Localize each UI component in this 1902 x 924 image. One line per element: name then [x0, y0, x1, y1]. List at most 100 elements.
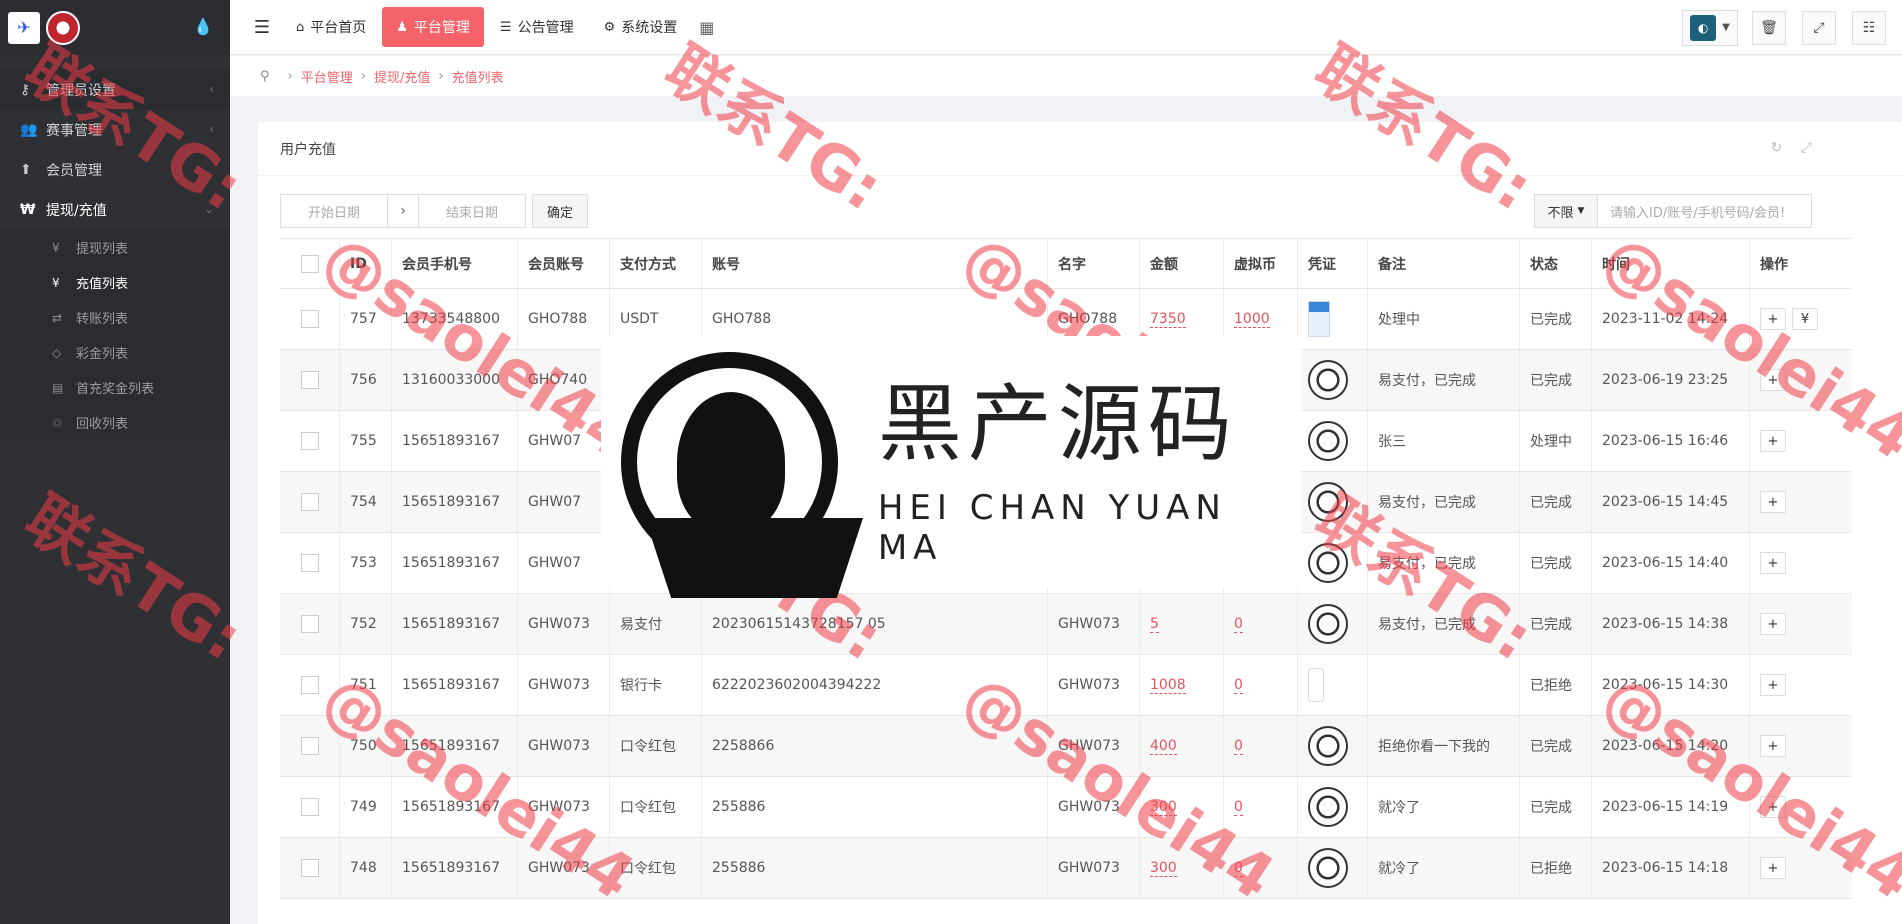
search-input[interactable]: 请输入ID/账号/手机号码/会员!: [1598, 194, 1812, 228]
add-button[interactable]: +: [1760, 674, 1786, 696]
sidebar-item-member-management[interactable]: ⬆ 会员管理: [0, 150, 230, 190]
coin-value[interactable]: 0: [1234, 616, 1243, 633]
soccer-ball-icon[interactable]: [1308, 787, 1348, 827]
amount-value[interactable]: 300: [1150, 860, 1177, 877]
row-checkbox[interactable]: [300, 737, 319, 755]
coin-value[interactable]: 0: [1234, 677, 1243, 694]
soccer-ball-icon[interactable]: [1308, 543, 1348, 583]
menu-toggle-icon[interactable]: ☰: [244, 17, 280, 38]
row-checkbox[interactable]: [300, 371, 319, 389]
cell-coin: 0: [1224, 777, 1298, 837]
sidebar-subitem-label: 彩金列表: [76, 347, 129, 362]
grid-icon[interactable]: ▦: [699, 18, 714, 37]
avatar: ◐: [1690, 14, 1717, 41]
fullscreen-button[interactable]: ⤢: [1802, 10, 1836, 45]
cell-coin: 0: [1224, 655, 1298, 715]
breadcrumb-item[interactable]: 平台管理: [301, 67, 353, 86]
row-checkbox[interactable]: [300, 859, 319, 877]
sidebar-subitem-bonus-list[interactable]: ◇ 彩金列表: [0, 335, 230, 370]
confirm-button[interactable]: 确定: [532, 194, 588, 228]
breadcrumb-item[interactable]: 充值列表: [452, 67, 504, 86]
amount-value[interactable]: 1008: [1150, 677, 1186, 694]
start-date-input[interactable]: 开始日期: [280, 194, 388, 228]
sidebar-subitem-first-deposit-list[interactable]: ▤ 首充奖金列表: [0, 370, 230, 405]
receipt-placeholder[interactable]: [1308, 668, 1324, 702]
cell-phone: 15651893167: [392, 838, 518, 898]
row-checkbox[interactable]: [300, 493, 319, 511]
coin-value[interactable]: 0: [1234, 860, 1243, 877]
add-button[interactable]: +: [1760, 369, 1786, 391]
clear-cache-button[interactable]: 🗑: [1752, 10, 1786, 45]
sidebar-submenu: ¥ 提现列表 ¥ 充值列表 ⇄ 转账列表 ◇ 彩金列表 ▤ 首充奖金列表 ♲ 回…: [0, 230, 230, 440]
add-button[interactable]: +: [1760, 552, 1786, 574]
soccer-ball-icon[interactable]: [1308, 848, 1348, 888]
cell-id: 751: [340, 655, 392, 715]
row-checkbox[interactable]: [300, 310, 319, 328]
coin-value[interactable]: 1000: [1234, 311, 1270, 328]
sidebar-subitem-transfer-list[interactable]: ⇄ 转账列表: [0, 300, 230, 335]
end-date-input[interactable]: 结束日期: [418, 194, 526, 228]
sidebar-item-match-management[interactable]: 👥 赛事管理 ‹: [0, 110, 230, 150]
arrow-up-icon: ⬆: [20, 162, 32, 178]
cell-name: GHW073: [1048, 777, 1140, 837]
tab-platform-home[interactable]: ⌂ 平台首页: [282, 7, 380, 47]
row-checkbox[interactable]: [300, 615, 319, 633]
breadcrumb-item[interactable]: 提现/充值: [374, 67, 430, 86]
settings-panel-button[interactable]: ☷: [1852, 10, 1886, 45]
tab-system-settings[interactable]: ⚙ 系统设置: [590, 7, 692, 47]
sidebar-item-admin-settings[interactable]: ⚷ 管理员设置 ‹: [0, 70, 230, 110]
row-checkbox[interactable]: [300, 554, 319, 572]
tab-label: 公告管理: [517, 20, 574, 36]
cell-note: 易支付，已完成: [1368, 472, 1520, 532]
cell-note: 处理中: [1368, 289, 1520, 349]
logo-english: HEI CHAN YUAN MA: [877, 487, 1227, 568]
sidebar-subitem-recharge-list[interactable]: ¥ 充值列表: [0, 265, 230, 300]
receipt-image[interactable]: [1308, 301, 1330, 337]
user-menu-button[interactable]: ◐ ▼: [1682, 9, 1738, 46]
recharge-action-button[interactable]: ¥: [1792, 308, 1818, 330]
theme-drop-icon[interactable]: 💧: [193, 17, 213, 36]
add-button[interactable]: +: [1760, 430, 1786, 452]
row-checkbox[interactable]: [300, 798, 319, 816]
cell-note: 拒绝你看一下我的: [1368, 716, 1520, 776]
amount-value[interactable]: 300: [1150, 799, 1177, 816]
amount-value[interactable]: 7350: [1150, 311, 1186, 328]
sidebar-subitem-withdraw-list[interactable]: ¥ 提现列表: [0, 230, 230, 265]
limit-dropdown[interactable]: 不限 ▼: [1534, 194, 1598, 228]
card-tools: ↻ ⤢: [1757, 140, 1812, 156]
cell-account: GHW073: [518, 594, 610, 654]
tab-announcement-management[interactable]: ☰ 公告管理: [486, 7, 588, 47]
add-button[interactable]: +: [1760, 735, 1786, 757]
maximize-icon[interactable]: ⤢: [1801, 140, 1812, 156]
amount-value[interactable]: 400: [1150, 738, 1177, 755]
add-button[interactable]: +: [1760, 613, 1786, 635]
soccer-ball-icon[interactable]: [1308, 482, 1348, 522]
cell-pay-method: 口令红包: [610, 777, 702, 837]
add-button[interactable]: +: [1760, 491, 1786, 513]
add-button[interactable]: +: [1760, 796, 1786, 818]
column-header: 账号: [702, 239, 1048, 288]
add-button[interactable]: +: [1760, 857, 1786, 879]
soccer-ball-icon[interactable]: [1308, 604, 1348, 644]
select-all-checkbox[interactable]: [300, 254, 319, 273]
overlay-logo: 黑产源码 HEI CHAN YUAN MA: [601, 336, 1301, 598]
refresh-icon[interactable]: ↻: [1771, 140, 1783, 156]
sidebar-item-withdraw-recharge[interactable]: ₩ 提现/充值 ⌄: [0, 190, 230, 230]
chevron-right-icon: ›: [388, 194, 418, 228]
coin-value[interactable]: 0: [1234, 799, 1243, 816]
cell-time: 2023-11-02 14:24: [1592, 289, 1750, 349]
cell-actions: +: [1750, 472, 1852, 532]
row-checkbox[interactable]: [300, 432, 319, 450]
sidebar-subitem-label: 首充奖金列表: [76, 382, 155, 397]
sidebar-subitem-recycle-list[interactable]: ♲ 回收列表: [0, 405, 230, 440]
soccer-ball-icon[interactable]: [1308, 360, 1348, 400]
amount-value[interactable]: 5: [1150, 616, 1159, 633]
soccer-ball-icon[interactable]: [1308, 421, 1348, 461]
tab-platform-management[interactable]: ♟ 平台管理: [382, 7, 484, 47]
cell-coin: 0: [1224, 838, 1298, 898]
soccer-ball-icon[interactable]: [1308, 726, 1348, 766]
coin-value[interactable]: 0: [1234, 738, 1243, 755]
row-checkbox[interactable]: [300, 676, 319, 694]
cell-coin: 0: [1224, 594, 1298, 654]
add-button[interactable]: +: [1760, 308, 1786, 330]
